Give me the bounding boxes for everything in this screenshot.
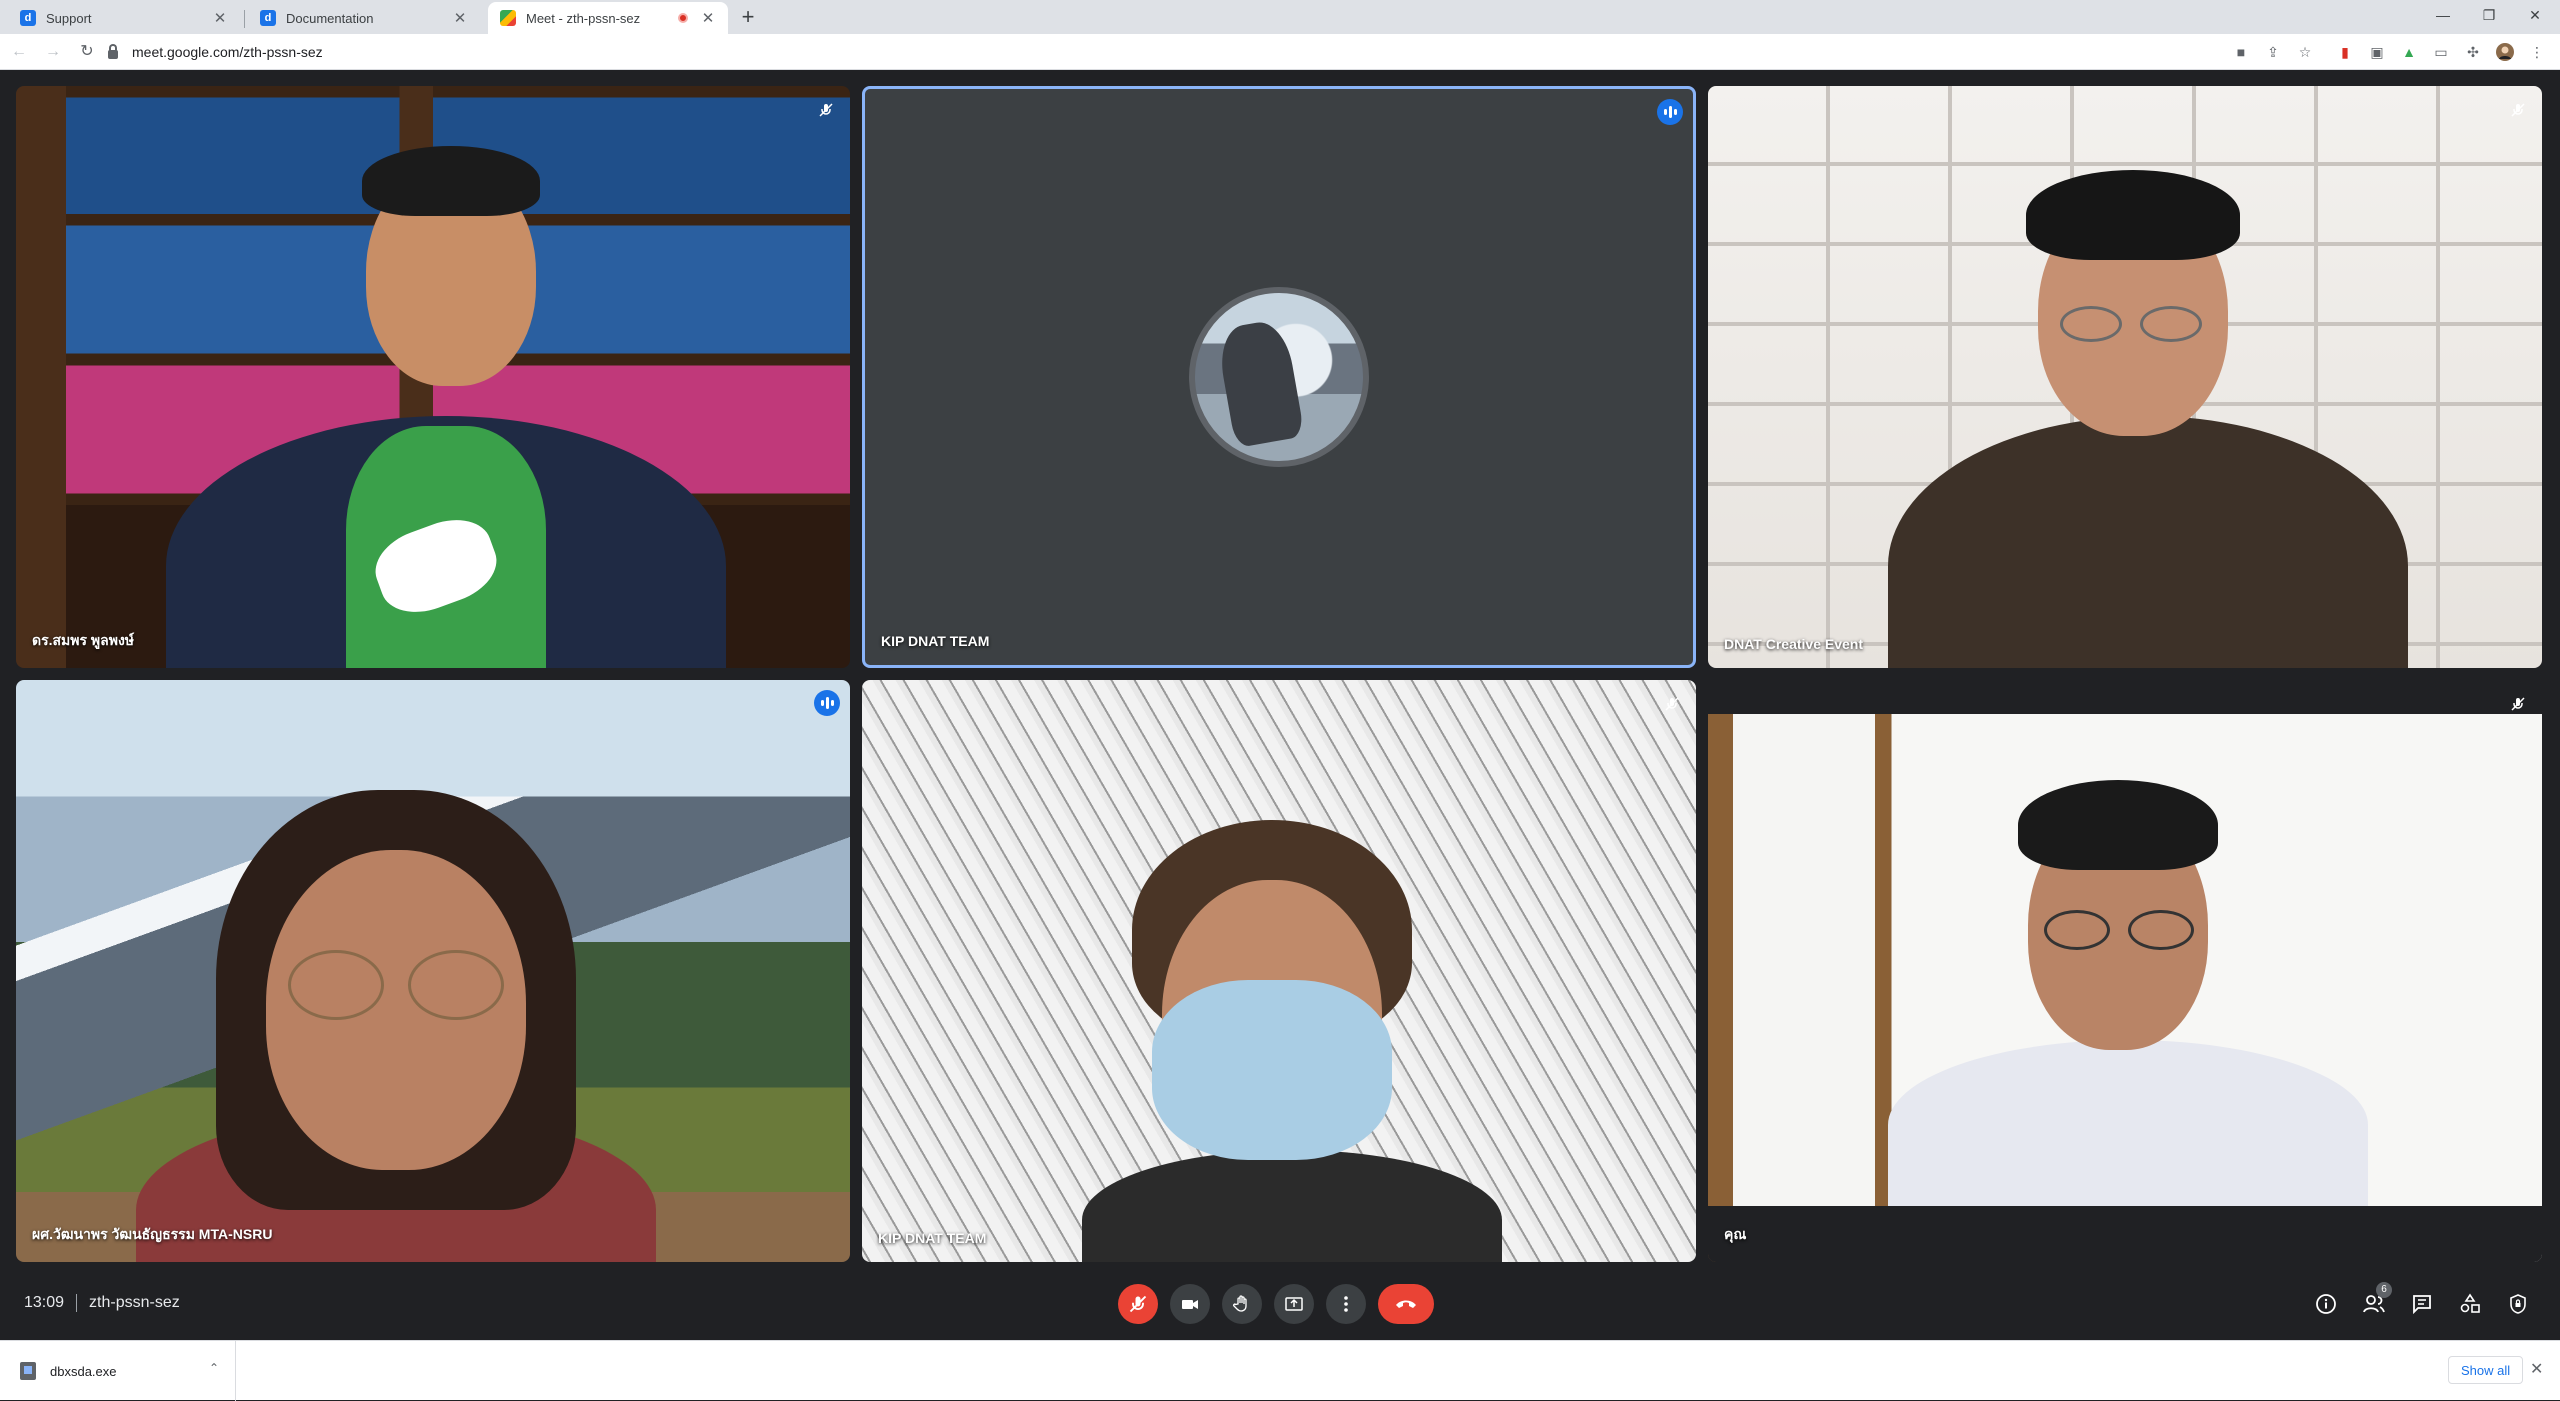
camera-toggle-button[interactable]	[1170, 1284, 1210, 1324]
participant-name: คุณ	[1724, 1226, 1747, 1242]
close-shelf-icon[interactable]: ✕	[2530, 1359, 2543, 1379]
new-tab-button[interactable]: +	[736, 6, 760, 30]
tab-title: Meet - zth-pssn-sez	[526, 10, 641, 26]
host-controls-button[interactable]	[2504, 1290, 2532, 1318]
puzzle-extensions-icon[interactable]: ✣	[2464, 43, 2482, 61]
reload-icon[interactable]: ↻	[76, 41, 98, 63]
more-options-button[interactable]	[1326, 1284, 1366, 1324]
pdf-extension-icon[interactable]: ▮	[2336, 43, 2354, 61]
participant-video	[16, 680, 850, 1262]
participant-name: DNAT Creative Event	[1724, 636, 1864, 652]
participant-count-badge: 6	[2376, 1282, 2392, 1298]
mic-off-icon	[2506, 692, 2530, 716]
raise-hand-button[interactable]	[1222, 1284, 1262, 1324]
present-screen-button[interactable]	[1274, 1284, 1314, 1324]
minimize-icon[interactable]: —	[2420, 0, 2466, 30]
profile-avatar[interactable]	[2496, 43, 2514, 61]
extension-icon[interactable]: ▣	[2368, 43, 2386, 61]
participant-tile[interactable]: KIP DNAT TEAM	[862, 86, 1696, 668]
close-icon[interactable]: ✕	[452, 9, 468, 27]
participant-video	[862, 680, 1696, 1262]
show-all-downloads-button[interactable]: Show all	[2448, 1356, 2524, 1384]
speaking-indicator-icon	[1657, 99, 1683, 125]
tab-title: Support	[46, 10, 92, 26]
download-filename: dbxsda.exe	[50, 1363, 117, 1379]
back-icon[interactable]: ←	[8, 41, 30, 63]
tab-support[interactable]: d Support ✕	[8, 2, 240, 34]
cast-icon[interactable]: ▭	[2432, 43, 2450, 61]
mic-off-icon	[1660, 692, 1684, 716]
tab-title: Documentation	[286, 10, 374, 26]
mic-off-icon	[2506, 98, 2530, 122]
mic-toggle-button[interactable]	[1118, 1284, 1158, 1324]
chat-button[interactable]	[2408, 1290, 2436, 1318]
activities-icon	[2460, 1293, 2480, 1313]
shield-lock-icon	[2510, 1294, 2526, 1314]
participant-name: KIP DNAT TEAM	[881, 633, 990, 649]
download-shelf: dbxsda.exe ⌃ Show all ✕	[0, 1340, 2560, 1401]
hand-icon	[1233, 1295, 1247, 1312]
meeting-controls: 13:09 zth-pssn-sez 6	[0, 1270, 2560, 1340]
participant-tile[interactable]: ผศ.วัฒนาพร วัฒนธัญธรรม MTA-NSRU	[16, 680, 850, 1262]
participant-name: ดร.สมพร พูลพงษ์	[32, 632, 135, 648]
participant-video	[16, 86, 850, 668]
exe-file-icon	[20, 1362, 36, 1380]
divider	[76, 1294, 78, 1312]
address-bar[interactable]: meet.google.com/zth-pssn-sez	[108, 38, 2208, 66]
participant-name: ผศ.วัฒนาพร วัฒนธัญธรรม MTA-NSRU	[32, 1226, 273, 1242]
participant-name: KIP DNAT TEAM	[878, 1230, 987, 1246]
camera-icon	[1182, 1300, 1198, 1309]
mic-off-icon	[814, 98, 838, 122]
more-vert-icon	[1344, 1296, 1348, 1312]
participant-tile[interactable]: คุณ	[1708, 680, 2542, 1262]
tab-separator	[244, 10, 245, 28]
lock-icon	[108, 43, 118, 59]
tile-strip	[1708, 1206, 2542, 1262]
browser-toolbar: ← → ↻ meet.google.com/zth-pssn-sez ■ ⇪ ☆…	[0, 34, 2560, 70]
meeting-time: 13:09	[24, 1294, 65, 1311]
meet-icon	[500, 10, 516, 26]
url-text: meet.google.com/zth-pssn-sez	[132, 44, 323, 60]
participant-tile[interactable]: ดร.สมพร พูลพงษ์	[16, 86, 850, 668]
restore-icon[interactable]: ❐	[2466, 0, 2512, 30]
tab-meet[interactable]: Meet - zth-pssn-sez ✕	[488, 2, 728, 34]
mic-off-icon	[1129, 1295, 1147, 1313]
meeting-code: zth-pssn-sez	[89, 1294, 180, 1311]
bookmark-star-icon[interactable]: ☆	[2296, 43, 2314, 61]
activities-button[interactable]	[2456, 1290, 2484, 1318]
meeting-info: 13:09 zth-pssn-sez	[24, 1294, 180, 1312]
leave-call-button[interactable]	[1378, 1284, 1434, 1324]
participant-tile[interactable]: DNAT Creative Event	[1708, 86, 2542, 668]
download-item[interactable]: dbxsda.exe ⌃	[0, 1341, 236, 1401]
meet-stage: ดร.สมพร พูลพงษ์ KIP DNAT TEAM DNAT Creat…	[0, 70, 2560, 1270]
hang-up-icon	[1396, 1300, 1416, 1308]
recording-indicator-icon	[678, 13, 688, 23]
forward-icon[interactable]: →	[42, 41, 64, 63]
camera-in-use-icon[interactable]: ■	[2232, 43, 2250, 61]
info-icon	[2316, 1294, 2336, 1314]
participant-tile[interactable]: KIP DNAT TEAM	[862, 680, 1696, 1262]
avatar	[1189, 287, 1369, 467]
close-icon[interactable]: ✕	[700, 9, 716, 27]
browser-menu-icon[interactable]: ⋮	[2528, 43, 2546, 61]
tab-documentation[interactable]: d Documentation ✕	[248, 2, 480, 34]
close-icon[interactable]: ✕	[212, 9, 228, 27]
chevron-up-icon[interactable]: ⌃	[209, 1361, 219, 1375]
chat-icon	[2413, 1295, 2431, 1315]
window-close-icon[interactable]: ✕	[2512, 0, 2558, 30]
drive-extension-icon[interactable]: ▲	[2400, 43, 2418, 61]
participant-video	[1708, 86, 2542, 668]
meeting-details-button[interactable]	[2312, 1290, 2340, 1318]
browser-tabstrip: d Support ✕ d Documentation ✕ Meet - zth…	[0, 0, 2560, 34]
participant-video	[1708, 680, 2542, 1262]
doc-icon: d	[260, 10, 276, 26]
share-icon[interactable]: ⇪	[2264, 43, 2282, 61]
people-button[interactable]: 6	[2360, 1282, 2392, 1318]
present-icon	[1285, 1297, 1303, 1311]
doc-icon: d	[20, 10, 36, 26]
speaking-indicator-icon	[814, 690, 840, 716]
